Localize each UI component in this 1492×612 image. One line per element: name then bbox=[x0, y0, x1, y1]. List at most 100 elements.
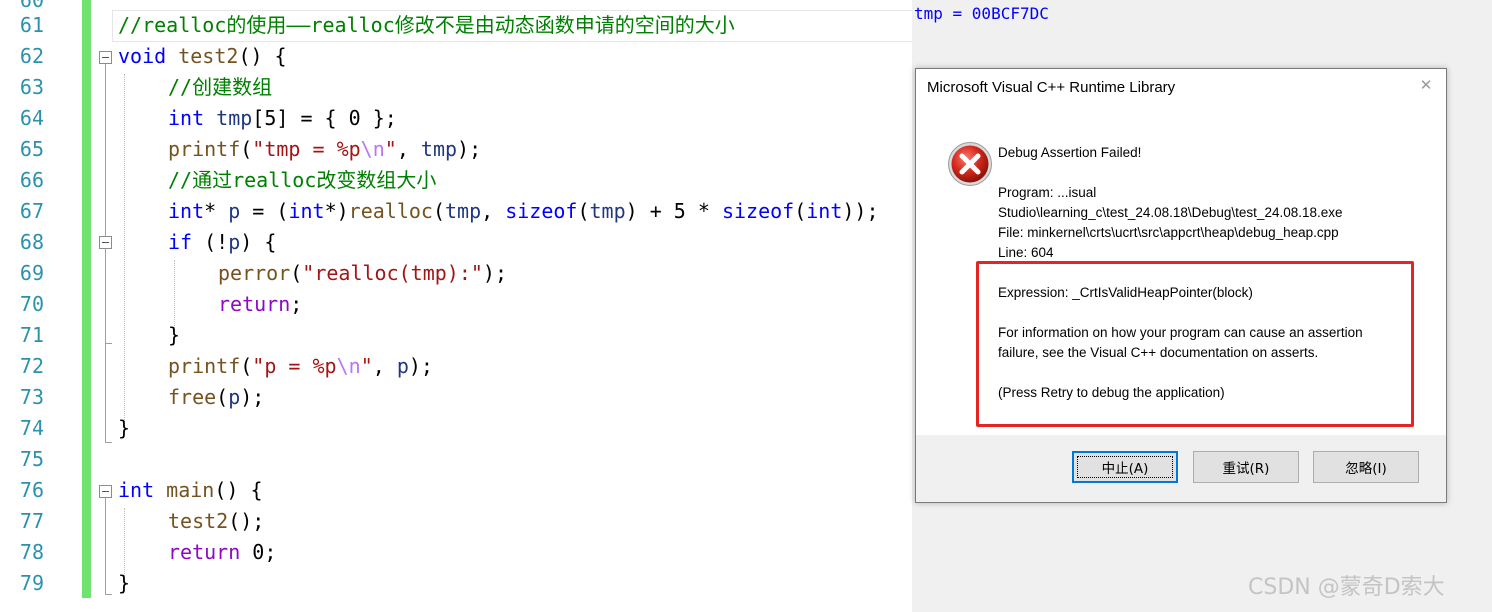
collapse-icon[interactable] bbox=[99, 485, 112, 498]
string-literal: "p = %p bbox=[252, 354, 337, 378]
code-line-69[interactable]: perror("realloc(tmp):"); bbox=[218, 258, 507, 289]
punctuation: * bbox=[204, 199, 229, 223]
collapse-icon[interactable] bbox=[99, 51, 112, 64]
line-number: 74 bbox=[19, 416, 44, 440]
line-number-text: Line: 604 bbox=[998, 245, 1054, 260]
outline-end bbox=[105, 343, 112, 344]
code-line-79[interactable]: } bbox=[118, 568, 130, 599]
control-keyword: return bbox=[168, 540, 241, 564]
line-number: 69 bbox=[19, 261, 44, 285]
outline-end bbox=[105, 594, 112, 595]
string-literal: " bbox=[384, 137, 397, 161]
punctuation: (! bbox=[192, 230, 229, 254]
line-number: 73 bbox=[19, 385, 44, 409]
assertion-dialog[interactable]: Microsoft Visual C++ Runtime Library ✕ D… bbox=[915, 68, 1447, 503]
variable: tmp bbox=[420, 137, 458, 161]
code-line-78[interactable]: return 0; bbox=[168, 537, 276, 568]
keyword: int bbox=[168, 106, 205, 130]
punctuation: ( bbox=[432, 199, 445, 223]
punctuation: ( bbox=[240, 137, 253, 161]
punctuation: 0; bbox=[240, 540, 277, 564]
close-icon[interactable]: ✕ bbox=[1418, 77, 1434, 93]
code-line-68[interactable]: if (!p) { bbox=[168, 227, 276, 258]
keyword: sizeof bbox=[505, 199, 578, 223]
keyword: int bbox=[288, 199, 325, 223]
keyword: int bbox=[806, 199, 843, 223]
highlight-box bbox=[976, 261, 1414, 427]
variable: tmp bbox=[216, 106, 253, 130]
line-number: 67 bbox=[19, 199, 44, 223]
line-number: 72 bbox=[19, 354, 44, 378]
code-line-71[interactable]: } bbox=[168, 320, 180, 351]
code-line-65[interactable]: printf("tmp = %p\n", tmp); bbox=[168, 134, 481, 165]
keyword: int bbox=[168, 199, 205, 223]
function-call: free bbox=[168, 385, 217, 409]
function-call: test2 bbox=[168, 509, 229, 533]
control-keyword: return bbox=[218, 292, 291, 316]
punctuation: ); bbox=[408, 354, 433, 378]
code-line-64[interactable]: int tmp[5] = { 0 }; bbox=[168, 103, 397, 134]
retry-button[interactable]: 重试(R) bbox=[1193, 451, 1299, 483]
punctuation: } bbox=[118, 416, 131, 440]
code-line-70[interactable]: return; bbox=[218, 289, 302, 320]
string-literal: " bbox=[360, 354, 373, 378]
punctuation: ( bbox=[577, 199, 590, 223]
punctuation: ); bbox=[457, 137, 482, 161]
code-line-74[interactable]: } bbox=[118, 413, 130, 444]
line-number: 63 bbox=[19, 75, 44, 99]
dialog-button-bar: 中止(A) 重试(R) 忽略(I) bbox=[916, 435, 1446, 502]
code-editor[interactable]: 60 61 62 63 64 65 66 67 68 69 70 71 72 7… bbox=[0, 0, 912, 612]
keyword: void bbox=[118, 44, 167, 68]
change-indicator-bar bbox=[82, 0, 91, 598]
code-line-66[interactable]: //通过realloc改变数组大小 bbox=[168, 165, 436, 196]
punctuation: ) + 5 * bbox=[625, 199, 722, 223]
keyword: if bbox=[168, 230, 193, 254]
punctuation: ( bbox=[290, 261, 303, 285]
variable: p bbox=[228, 199, 241, 223]
console-output: tmp = 00BCF7DC bbox=[914, 4, 1049, 23]
code-line-77[interactable]: test2(); bbox=[168, 506, 264, 537]
outline-end bbox=[105, 442, 112, 443]
function-call: realloc bbox=[348, 199, 433, 223]
code-line-62[interactable]: void test2() { bbox=[118, 41, 287, 72]
punctuation: )); bbox=[842, 199, 879, 223]
line-number: 68 bbox=[19, 230, 44, 254]
escape-sequence: \n bbox=[360, 137, 385, 161]
punctuation: ( bbox=[240, 354, 253, 378]
variable: tmp bbox=[445, 199, 482, 223]
punctuation: ); bbox=[240, 385, 265, 409]
function-call: perror bbox=[218, 261, 291, 285]
punctuation: , bbox=[396, 137, 421, 161]
line-number: 66 bbox=[19, 168, 44, 192]
string-literal: "tmp = %p bbox=[252, 137, 361, 161]
file-path: File: minkernel\crts\ucrt\src\appcrt\hea… bbox=[998, 225, 1339, 240]
punctuation: = ( bbox=[240, 199, 289, 223]
line-number: 61 bbox=[19, 13, 44, 37]
function-call: printf bbox=[168, 354, 241, 378]
punctuation: ( bbox=[794, 199, 807, 223]
function-name: main bbox=[166, 478, 215, 502]
code-line-67[interactable]: int* p = (int*)realloc(tmp, sizeof(tmp) … bbox=[168, 196, 879, 227]
line-number: 64 bbox=[19, 106, 44, 130]
line-number: 71 bbox=[19, 323, 44, 347]
code-line-63[interactable]: //创建数组 bbox=[168, 72, 272, 103]
program-path: Studio\learning_c\test_24.08.18\Debug\te… bbox=[998, 205, 1343, 220]
comment: //realloc的使用——realloc修改不是由动态函数申请的空间的大小 bbox=[118, 13, 735, 37]
keyword: sizeof bbox=[721, 199, 795, 223]
ignore-button[interactable]: 忽略(I) bbox=[1313, 451, 1419, 483]
collapse-icon[interactable] bbox=[99, 236, 112, 249]
punctuation: () { bbox=[214, 478, 263, 502]
variable: tmp bbox=[589, 199, 626, 223]
dialog-title: Microsoft Visual C++ Runtime Library bbox=[927, 79, 1176, 96]
code-line-73[interactable]: free(p); bbox=[168, 382, 264, 413]
code-line-72[interactable]: printf("p = %p\n", p); bbox=[168, 351, 433, 382]
punctuation: } bbox=[118, 571, 131, 595]
comment: //通过realloc改变数组大小 bbox=[168, 168, 437, 192]
punctuation: ( bbox=[216, 385, 229, 409]
code-line-76[interactable]: int main() { bbox=[118, 475, 263, 506]
abort-button[interactable]: 中止(A) bbox=[1072, 451, 1178, 483]
punctuation: (); bbox=[228, 509, 265, 533]
watermark: CSDN @蒙奇D索大 bbox=[1248, 575, 1445, 600]
code-line-61[interactable]: //realloc的使用——realloc修改不是由动态函数申请的空间的大小 bbox=[118, 10, 735, 41]
assertion-heading: Debug Assertion Failed! bbox=[998, 145, 1142, 160]
